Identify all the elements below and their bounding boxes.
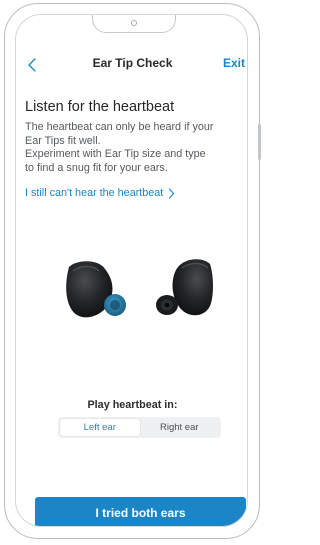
camera-icon [131, 20, 137, 26]
section-heading: Listen for the heartbeat [25, 99, 175, 115]
screen: Ear Tip Check Exit Listen for the heartb… [0, 0, 265, 545]
ear-selector: Left ear Right ear [58, 417, 221, 438]
nav-header: Ear Tip Check Exit [16, 54, 247, 76]
phone-frame: Ear Tip Check Exit Listen for the heartb… [4, 3, 261, 539]
play-heartbeat-label: Play heartbeat in: [87, 399, 178, 411]
notch [92, 15, 176, 33]
exit-button[interactable]: Exit [223, 56, 245, 70]
phone-screen: Ear Tip Check Exit Listen for the heartb… [15, 14, 248, 527]
description-line: Ear Tips fit well. [25, 134, 101, 147]
right-ear-option[interactable]: Right ear [140, 419, 220, 436]
left-ear-option[interactable]: Left ear [60, 419, 140, 436]
chevron-left-icon[interactable] [26, 57, 40, 73]
description-line: to find a snug fit for your ears. [25, 161, 168, 174]
page-title: Ear Tip Check [92, 56, 173, 70]
description: The heartbeat can only be heard if your … [25, 121, 245, 175]
side-button [258, 124, 261, 160]
tried-both-ears-button[interactable]: I tried both ears [35, 497, 246, 526]
help-link[interactable]: I still can't hear the heartbeat [25, 187, 175, 199]
left-earbud-image [66, 261, 126, 318]
chevron-right-icon [169, 187, 175, 199]
description-line: Experiment with Ear Tip size and type [25, 148, 206, 160]
help-link-label: I still can't hear the heartbeat [25, 187, 164, 199]
description-line: The heartbeat can only be heard if your [25, 121, 214, 133]
right-earbud-image [156, 259, 213, 316]
